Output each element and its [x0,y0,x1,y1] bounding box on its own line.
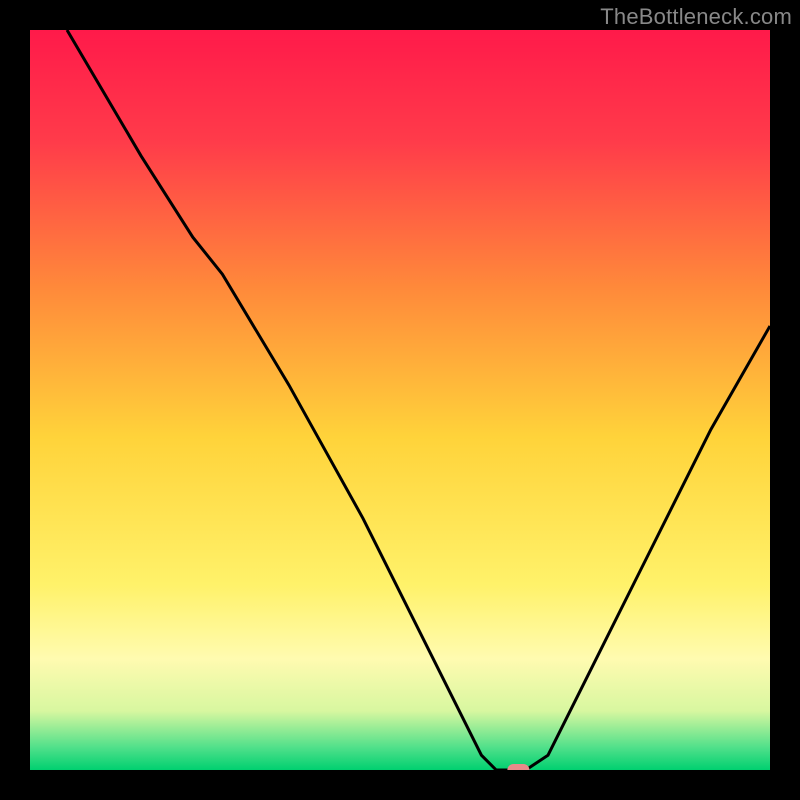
watermark-text: TheBottleneck.com [600,4,792,30]
chart-background-gradient [30,30,770,770]
optimal-point-marker [507,764,529,770]
chart-plot-area [30,30,770,770]
bottleneck-chart-svg [30,30,770,770]
